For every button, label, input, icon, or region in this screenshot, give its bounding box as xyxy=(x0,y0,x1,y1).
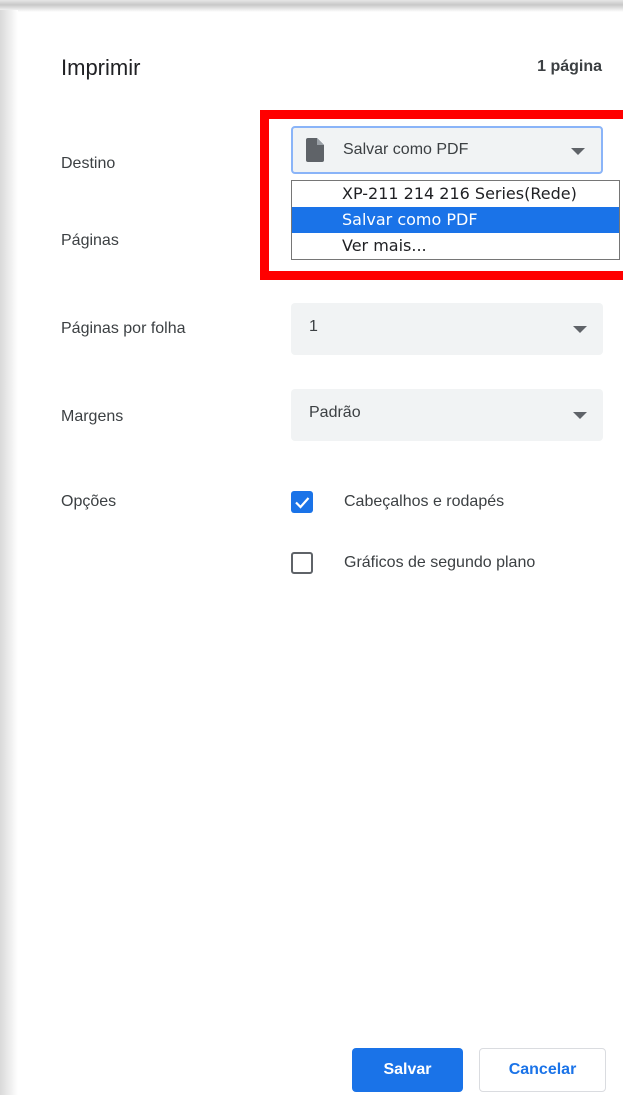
chevron-down-icon xyxy=(573,326,587,333)
pages-label: Páginas xyxy=(61,232,119,249)
chevron-down-icon xyxy=(573,412,587,419)
checkmark-icon xyxy=(295,497,310,509)
pages-per-sheet-select[interactable]: 1 xyxy=(291,303,603,355)
destination-label: Destino xyxy=(61,155,116,172)
save-button[interactable]: Salvar xyxy=(352,1048,463,1092)
cancel-button[interactable]: Cancelar xyxy=(479,1048,606,1092)
pages-per-sheet-value: 1 xyxy=(309,318,318,335)
highlight-box xyxy=(260,110,623,280)
headers-footers-label[interactable]: Cabeçalhos e rodapés xyxy=(344,493,504,511)
background-graphics-checkbox[interactable] xyxy=(291,552,313,574)
options-label: Opções xyxy=(61,493,117,510)
print-settings-panel: Imprimir 1 página Destino Salvar como PD… xyxy=(18,12,623,1095)
dialog-title: Imprimir xyxy=(61,55,141,80)
page-count: 1 página xyxy=(537,58,602,75)
headers-footers-checkbox[interactable] xyxy=(291,491,313,513)
background-graphics-label[interactable]: Gráficos de segundo plano xyxy=(344,554,535,572)
window-left-shadow xyxy=(0,10,18,1095)
pages-per-sheet-label: Páginas por folha xyxy=(61,320,186,337)
window-top-shadow xyxy=(0,0,623,12)
margins-label: Margens xyxy=(61,408,124,425)
margins-value: Padrão xyxy=(309,404,361,421)
margins-select[interactable]: Padrão xyxy=(291,389,603,441)
